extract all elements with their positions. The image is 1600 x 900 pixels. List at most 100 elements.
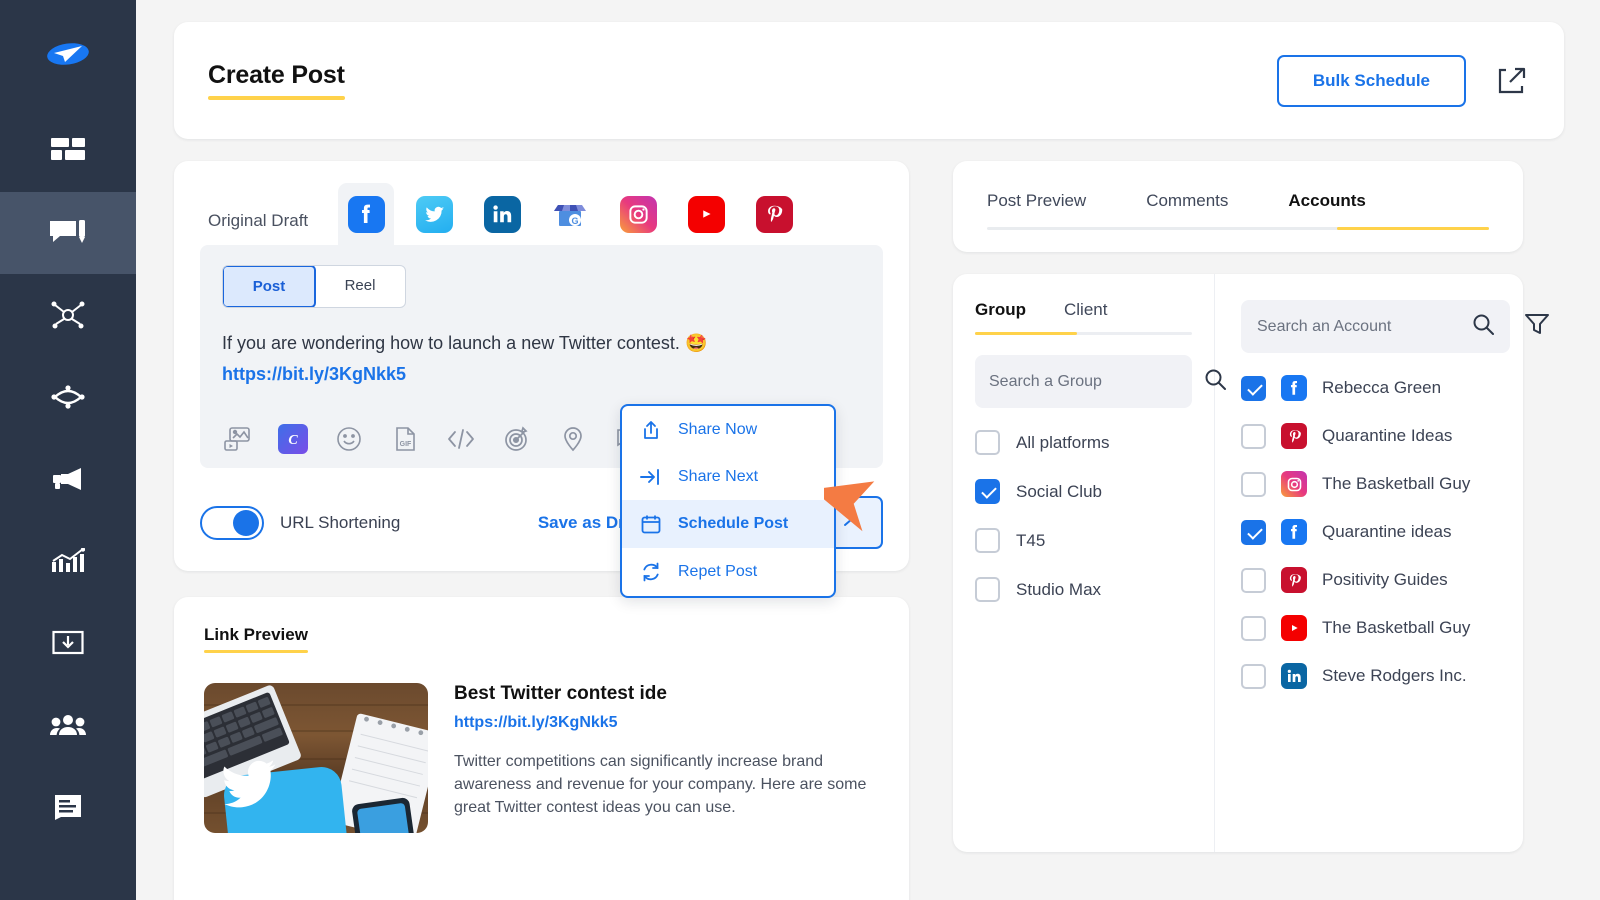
platform-tab-facebook[interactable] [338, 183, 395, 245]
group-item-social-club[interactable]: Social Club [975, 479, 1192, 504]
account-search-box[interactable] [1241, 300, 1510, 353]
target-icon[interactable] [502, 424, 532, 454]
tab-accounts[interactable]: Accounts [1288, 191, 1365, 227]
url-shortening-toggle[interactable] [200, 505, 264, 540]
account-name: Rebecca Green [1322, 378, 1442, 397]
account-row[interactable]: The Basketball Guy [1241, 471, 1550, 497]
dropdown-item-share-next[interactable]: Share Next [622, 454, 834, 500]
platform-tab-linkedin[interactable] [474, 183, 530, 245]
code-icon[interactable] [446, 424, 476, 454]
group-search-box[interactable] [975, 355, 1226, 408]
diamond-nodes-icon [51, 384, 85, 410]
sidebar-item-network[interactable] [0, 274, 136, 356]
arrow-right-bar-icon [640, 468, 662, 486]
sidebar-item-discovery[interactable] [0, 356, 136, 438]
account-row[interactable]: Positivity Guides [1241, 567, 1550, 593]
account-checkbox[interactable] [1241, 375, 1266, 401]
tab-comments[interactable]: Comments [1146, 191, 1228, 227]
tab-client[interactable]: Client [1064, 300, 1107, 332]
account-row[interactable]: Rebecca Green [1241, 375, 1550, 401]
network-icon [51, 300, 85, 330]
sidebar-item-compose[interactable] [0, 192, 136, 274]
sidebar-item-reports[interactable] [0, 766, 136, 848]
twitter-icon [415, 195, 453, 233]
group-checkbox[interactable] [975, 528, 1000, 553]
group-list: All platforms Social Club T45 Studio Max [953, 408, 1214, 602]
account-checkbox[interactable] [1241, 423, 1266, 449]
platform-tab-google-business[interactable]: G [542, 183, 598, 245]
sidebar-item-analytics[interactable] [0, 520, 136, 602]
group-search-input[interactable] [989, 372, 1196, 391]
content-columns: Original Draft G Post Reel If you are wo… [174, 161, 1564, 900]
dropdown-item-repet-post[interactable]: Repet Post [622, 548, 834, 596]
dashboard-icon [51, 138, 85, 164]
linkedin-icon [1281, 663, 1307, 689]
group-label: Studio Max [1016, 579, 1102, 599]
sidebar-item-campaigns[interactable] [0, 438, 136, 520]
reports-icon [53, 793, 83, 821]
segment-post[interactable]: Post [223, 266, 316, 307]
location-pin-icon[interactable] [558, 424, 588, 454]
account-row[interactable]: The Basketball Guy [1241, 615, 1550, 641]
account-checkbox[interactable] [1241, 615, 1266, 641]
expand-edit-icon[interactable] [1492, 62, 1530, 100]
account-checkbox[interactable] [1241, 471, 1266, 497]
svg-text:C: C [288, 433, 298, 448]
emoji-icon[interactable] [334, 424, 364, 454]
account-name: The Basketball Guy [1322, 618, 1471, 637]
account-checkbox[interactable] [1241, 519, 1266, 545]
sidebar-item-inbox[interactable] [0, 602, 136, 684]
active-group-tab-indicator [975, 332, 1077, 335]
link-preview-thumbnail [204, 683, 428, 833]
post-link[interactable]: https://bit.ly/3KgNkk5 [222, 361, 861, 388]
account-row[interactable]: Steve Rodgers Inc. [1241, 663, 1550, 689]
gif-icon[interactable]: GIF [390, 424, 420, 454]
active-tab-indicator [1337, 227, 1489, 230]
app-logo[interactable] [37, 26, 99, 88]
bulk-schedule-button[interactable]: Bulk Schedule [1276, 54, 1466, 107]
group-item-studio-max[interactable]: Studio Max [975, 577, 1192, 602]
group-label: T45 [1016, 530, 1046, 550]
url-shortening-label: URL Shortening [280, 512, 401, 532]
account-row[interactable]: Quarantine Ideas [1241, 423, 1550, 449]
sidebar-item-dashboard[interactable] [0, 110, 136, 192]
platform-tab-youtube[interactable] [678, 183, 734, 245]
facebook-icon [1281, 375, 1307, 401]
link-preview-url[interactable]: https://bit.ly/3KgNkk5 [454, 714, 879, 732]
account-panel: Rebecca Green Quarantine Ideas [1215, 274, 1576, 852]
preview-tabs-card: Post Preview Comments Accounts [953, 161, 1523, 252]
sidebar-item-team[interactable] [0, 684, 136, 766]
group-checkbox[interactable] [975, 479, 1000, 504]
instagram-icon [1281, 471, 1307, 497]
dropdown-item-schedule-post[interactable]: Schedule Post [622, 500, 834, 548]
platform-tab-twitter[interactable] [406, 183, 462, 245]
group-checkbox[interactable] [975, 430, 1000, 455]
account-search-row [1241, 300, 1550, 353]
account-checkbox[interactable] [1241, 663, 1266, 689]
platform-tabs: G [338, 183, 802, 245]
tab-group[interactable]: Group [975, 300, 1026, 332]
dropdown-item-share-now[interactable]: Share Now [622, 406, 834, 454]
account-row[interactable]: Quarantine ideas [1241, 519, 1550, 545]
media-icon[interactable] [222, 424, 252, 454]
account-checkbox[interactable] [1241, 567, 1266, 593]
post-text-area[interactable]: If you are wondering how to launch a new… [222, 330, 861, 388]
canva-icon[interactable]: C [278, 424, 308, 454]
toggle-knob [233, 509, 259, 536]
preview-tabs-underline [987, 227, 1489, 230]
original-draft-tab[interactable]: Original Draft [208, 211, 308, 245]
tab-post-preview[interactable]: Post Preview [987, 191, 1086, 227]
account-search-input[interactable] [1257, 317, 1464, 336]
platform-tab-pinterest[interactable] [746, 183, 802, 245]
group-item-t45[interactable]: T45 [975, 528, 1192, 553]
search-icon [1472, 313, 1494, 340]
link-preview-title-underline [204, 650, 308, 653]
preview-tabs: Post Preview Comments Accounts [953, 161, 1523, 227]
group-item-all-platforms[interactable]: All platforms [975, 430, 1192, 455]
account-name: The Basketball Guy [1322, 474, 1471, 493]
filter-funnel-icon[interactable] [1524, 312, 1550, 341]
segment-reel[interactable]: Reel [315, 266, 405, 307]
group-checkbox[interactable] [975, 577, 1000, 602]
platform-tab-instagram[interactable] [610, 183, 666, 245]
app-root: Create Post Bulk Schedule Original Draft [0, 0, 1600, 900]
